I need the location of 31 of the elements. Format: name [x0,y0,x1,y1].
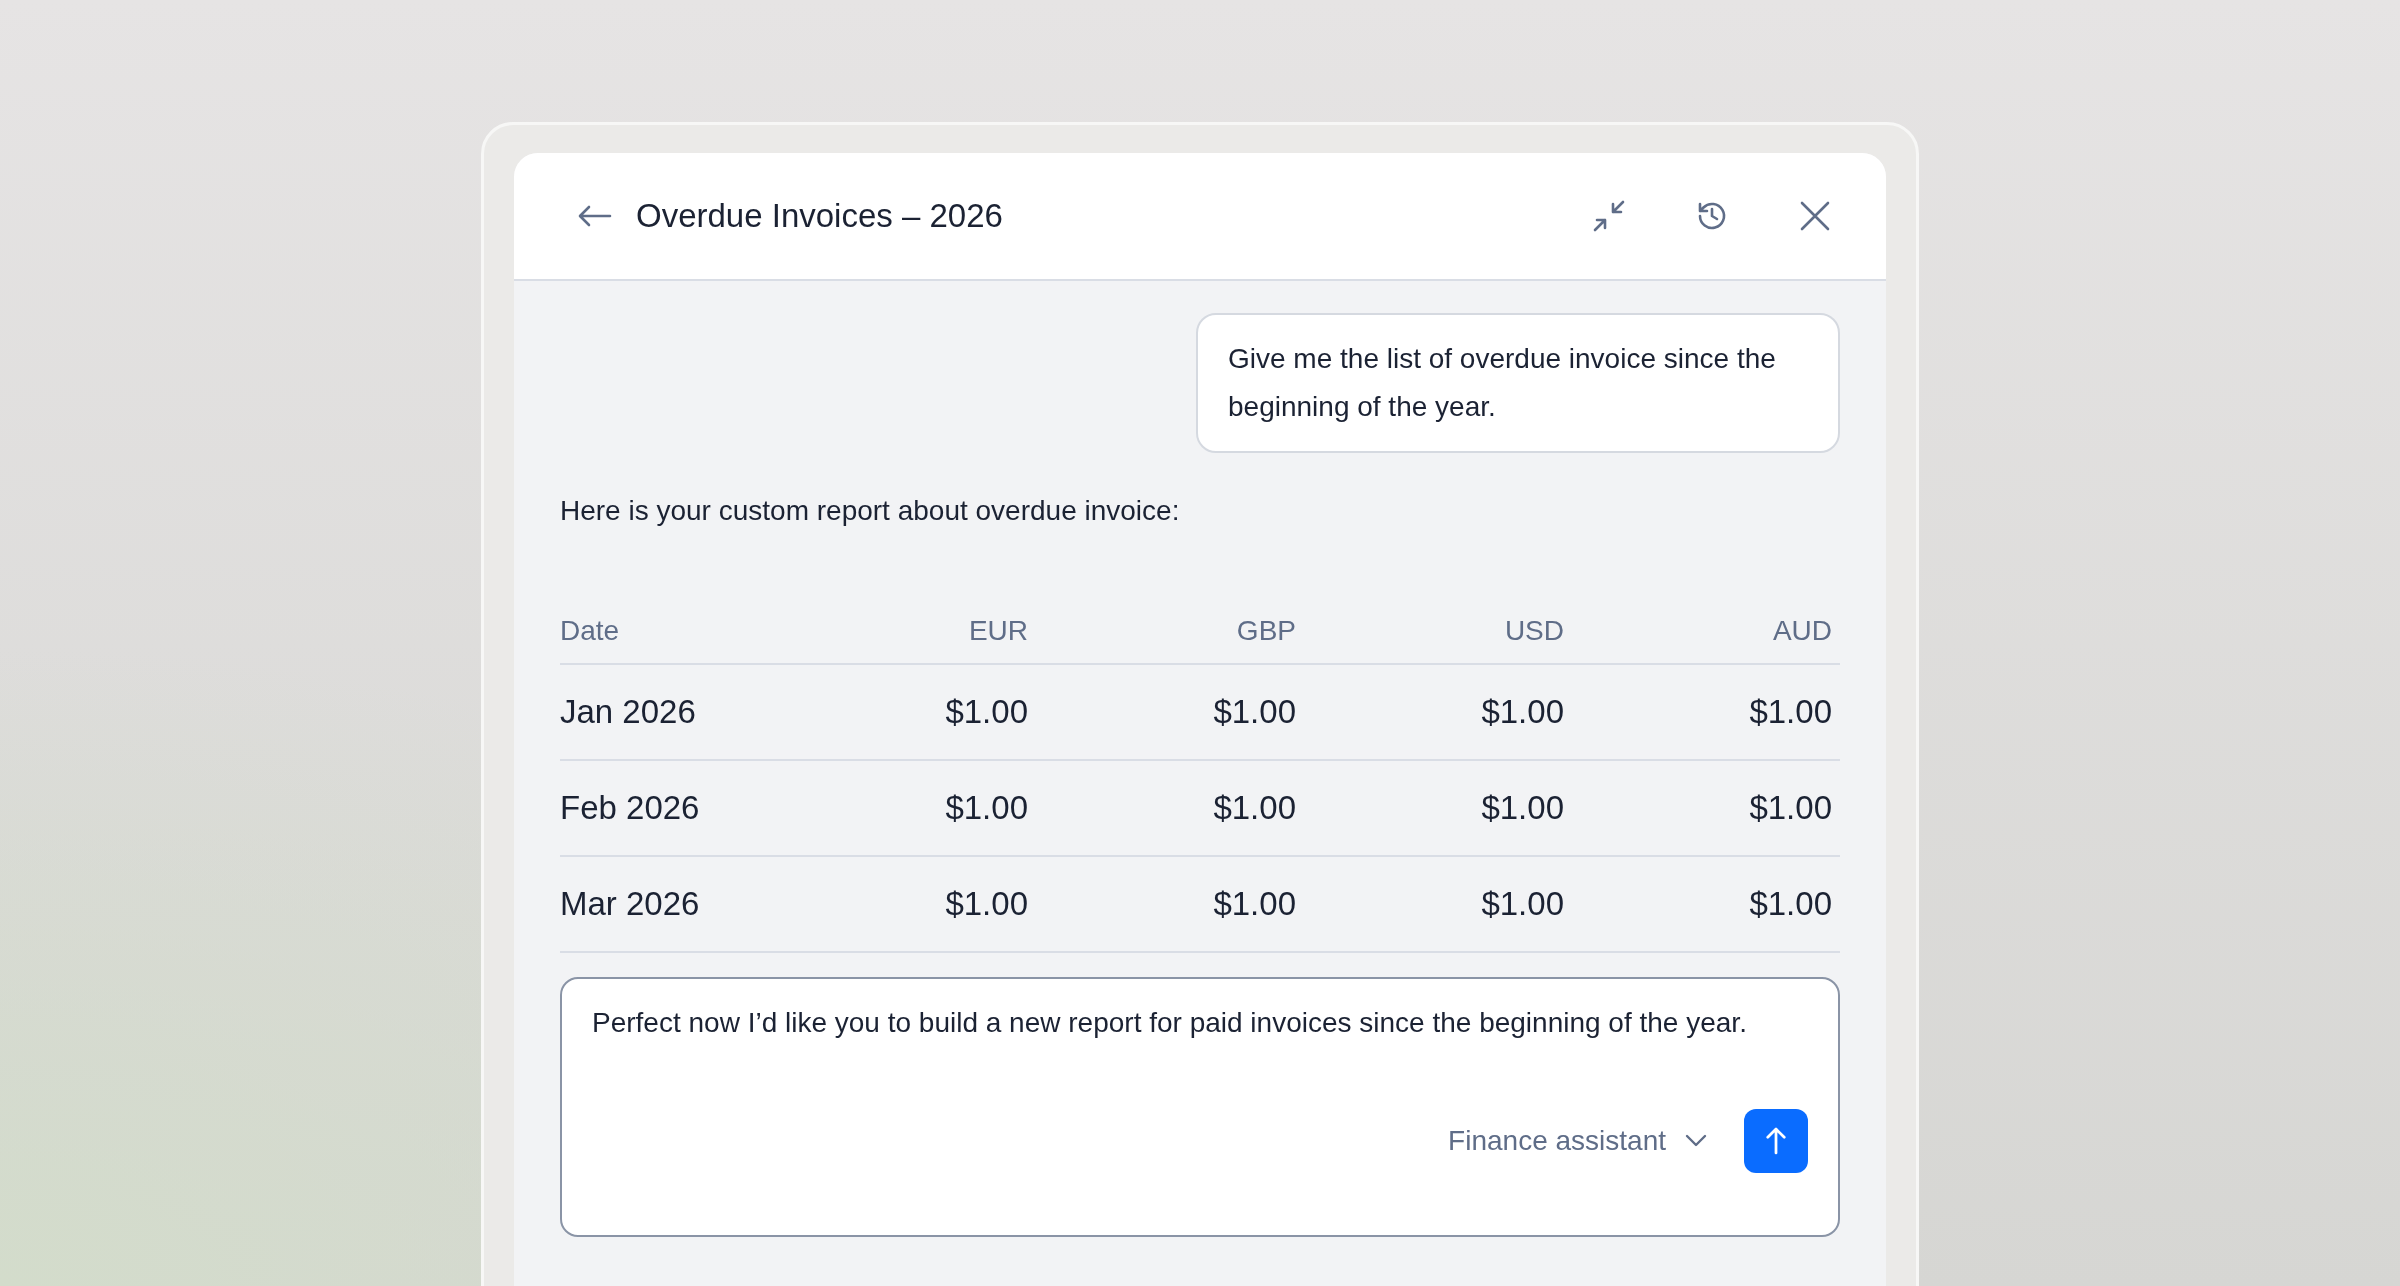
table-cell: $1.00 [1036,856,1304,952]
collapse-icon[interactable] [1592,199,1626,233]
column-header: AUD [1572,615,1840,664]
table-cell: $1.00 [768,856,1036,952]
user-message: Give me the list of overdue invoice since the beginning of the year. [1196,313,1840,453]
table-cell: $1.00 [768,760,1036,856]
table-cell: $1.00 [1304,664,1572,760]
assistant-message: Here is your custom report about overdue invoice: [560,494,1181,528]
table-cell: $1.00 [1304,856,1572,952]
table-cell: $1.00 [1304,760,1572,856]
column-header: USD [1304,615,1572,664]
column-header: Date [560,615,768,664]
table-cell: $1.00 [1572,664,1840,760]
column-header: EUR [768,615,1036,664]
assistant-dropdown[interactable]: Finance assistant [1448,1125,1708,1157]
table-cell: $1.00 [1572,856,1840,952]
caret-icon [1684,1134,1708,1148]
table-cell: $1.00 [768,664,1036,760]
column-header: GBP [1036,615,1304,664]
table-cell: $1.00 [1036,760,1304,856]
send-button[interactable] [1744,1109,1808,1173]
close-icon[interactable] [1798,199,1832,233]
table-cell: Mar 2026 [560,856,768,952]
table-cell: Feb 2026 [560,760,768,856]
table-cell: Jan 2026 [560,664,768,760]
table-cell: $1.00 [1036,664,1304,760]
arrow-up-icon [1765,1125,1787,1157]
table-cell: $1.00 [1572,760,1840,856]
back-icon[interactable] [578,205,612,227]
window-title: Overdue Invoices – 2026 [636,197,1003,235]
message-input[interactable]: Perfect now I’d like you to build a new report for paid invoices since the beginning of the year. Finance assistant [560,977,1840,1237]
